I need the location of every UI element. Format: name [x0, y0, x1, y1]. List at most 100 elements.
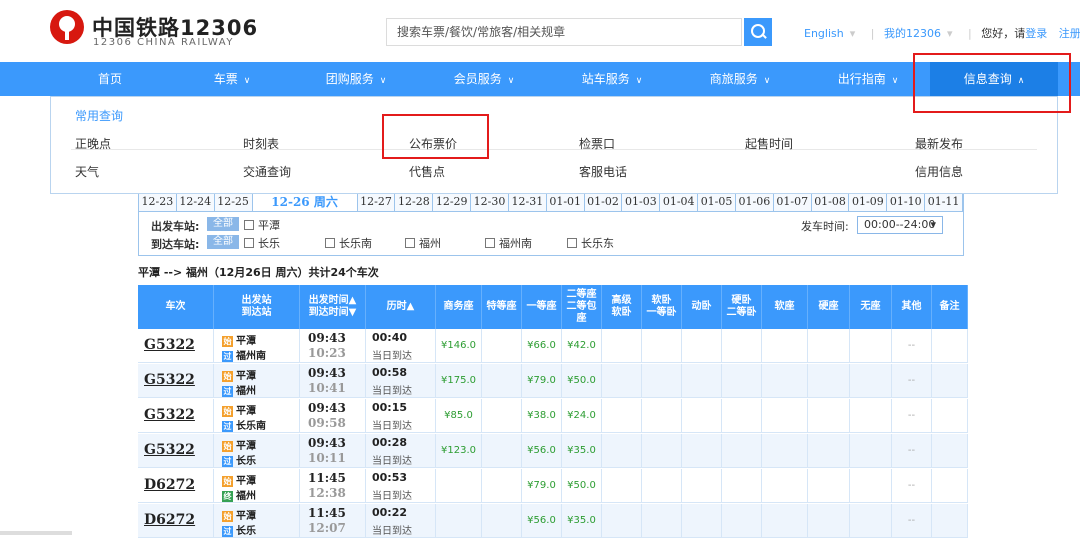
- column-header-times[interactable]: 出发时间▲ 到达时间▼: [300, 285, 366, 329]
- date-tab[interactable]: 12-28: [395, 193, 434, 211]
- my12306-link[interactable]: 我的12306: [884, 25, 941, 41]
- english-link[interactable]: English: [804, 27, 844, 40]
- nav-tickets[interactable]: 车票 ∨: [172, 62, 292, 96]
- menu-item-latest[interactable]: 最新发布: [915, 135, 963, 152]
- nav-home[interactable]: 首页: [50, 62, 170, 96]
- departure-station-name: 平潭: [236, 511, 256, 522]
- menu-item-traffic[interactable]: 交通查询: [243, 163, 291, 180]
- table-cell: --: [892, 329, 932, 363]
- date-tab[interactable]: 12-23: [139, 193, 177, 211]
- train-number-link[interactable]: D6272: [144, 512, 195, 528]
- table-cell: [762, 329, 808, 363]
- date-tab[interactable]: 01-10: [887, 193, 926, 211]
- departure-checkbox[interactable]: 平潭: [244, 217, 280, 233]
- menu-item-weather[interactable]: 天气: [75, 163, 99, 180]
- arrival-station-label: 到达车站:: [151, 238, 200, 251]
- table-cell: ¥79.0: [522, 469, 562, 503]
- table-cell: [932, 399, 968, 433]
- table-cell: 始平潭过福州南: [214, 329, 300, 363]
- date-tab[interactable]: 01-04: [660, 193, 699, 211]
- table-cell: [850, 329, 892, 363]
- train-number-link[interactable]: G5322: [144, 407, 195, 423]
- arrival-station: 过福州南: [222, 347, 266, 362]
- table-cell: [722, 399, 762, 433]
- date-tab[interactable]: 01-05: [698, 193, 736, 211]
- menu-item-gate[interactable]: 检票口: [579, 135, 615, 152]
- train-number-link[interactable]: G5322: [144, 337, 195, 353]
- table-cell: [808, 469, 850, 503]
- menu-item-credit[interactable]: 信用信息: [915, 163, 963, 180]
- search-input[interactable]: [387, 19, 727, 45]
- table-cell: 00:15 当日到达: [366, 399, 436, 433]
- other-seat: --: [907, 445, 916, 456]
- departure-station-name: 平潭: [236, 441, 256, 452]
- chevron-down-icon: ▾: [849, 27, 856, 40]
- table-cell: 00:40 当日到达: [366, 329, 436, 363]
- menu-item-delay[interactable]: 正晚点: [75, 135, 111, 152]
- departure-time-select[interactable]: 00:00--24:00 ▾: [857, 216, 943, 234]
- train-number-link[interactable]: G5322: [144, 442, 195, 458]
- arrival-checkbox[interactable]: 长乐东: [567, 235, 614, 251]
- table-cell: [762, 364, 808, 398]
- table-cell: --: [892, 504, 932, 538]
- arrival-day: 当日到达: [372, 421, 412, 432]
- table-cell: [722, 434, 762, 468]
- menu-item-timetable[interactable]: 时刻表: [243, 135, 279, 152]
- menu-item-agency[interactable]: 代售点: [409, 163, 445, 180]
- table-cell: [682, 434, 722, 468]
- business-price: ¥85.0: [444, 410, 473, 421]
- arrival-checkbox[interactable]: 福州: [405, 235, 441, 251]
- nav-group[interactable]: 团购服务 ∨: [296, 62, 416, 96]
- menu-item-sale-time[interactable]: 起售时间: [745, 135, 793, 152]
- table-cell: [436, 469, 482, 503]
- nav-guide[interactable]: 出行指南 ∨: [808, 62, 928, 96]
- login-link[interactable]: 登录: [1025, 25, 1047, 41]
- table-cell: [932, 329, 968, 363]
- table-cell: [682, 469, 722, 503]
- table-cell: 09:43 10:23: [300, 329, 366, 363]
- table-cell: [762, 469, 808, 503]
- column-header-duration[interactable]: 历时▲: [366, 285, 436, 329]
- date-tab[interactable]: 12-26 周六: [252, 193, 358, 211]
- register-link[interactable]: 注册: [1059, 25, 1080, 41]
- train-number-link[interactable]: G5322: [144, 372, 195, 388]
- arrival-time: 10:11: [308, 451, 346, 465]
- departure-station: 始平潭: [222, 367, 256, 382]
- table-cell: [682, 399, 722, 433]
- departure-all-button[interactable]: 全部: [207, 217, 239, 231]
- date-tab[interactable]: 12-31: [509, 193, 547, 211]
- highlight-box: [913, 53, 1071, 113]
- table-cell: [482, 399, 522, 433]
- date-tab[interactable]: 01-02: [585, 193, 623, 211]
- menu-item-service-phone[interactable]: 客服电话: [579, 163, 627, 180]
- date-tab[interactable]: 12-30: [471, 193, 509, 211]
- train-number-link[interactable]: D6272: [144, 477, 195, 493]
- date-tab[interactable]: 01-03: [622, 193, 661, 211]
- nav-business[interactable]: 商旅服务 ∨: [680, 62, 800, 96]
- arrival-checkbox[interactable]: 福州南: [485, 235, 532, 251]
- date-tab[interactable]: 12-29: [433, 193, 472, 211]
- arrival-checkbox[interactable]: 长乐南: [325, 235, 372, 251]
- table-row: G5322 始平潭过长乐 09:43 10:11 00:28 当日到达 ¥123.0 ¥56.…: [138, 434, 968, 468]
- scrollbar[interactable]: [0, 531, 72, 535]
- date-tab[interactable]: 12-27: [358, 193, 396, 211]
- nav-member[interactable]: 会员服务 ∨: [424, 62, 544, 96]
- nav-station[interactable]: 站车服务 ∨: [552, 62, 672, 96]
- date-tab[interactable]: 01-06: [736, 193, 774, 211]
- date-tab[interactable]: 01-08: [812, 193, 850, 211]
- arrival-checkbox[interactable]: 长乐: [244, 235, 280, 251]
- search-button[interactable]: [744, 18, 772, 46]
- arrival-all-button[interactable]: 全部: [207, 235, 239, 249]
- arrival-time: 12:38: [308, 486, 346, 500]
- date-tab[interactable]: 12-25: [215, 193, 253, 211]
- duration: 00:22: [372, 506, 408, 519]
- date-tab[interactable]: 01-01: [547, 193, 585, 211]
- railway-logo-icon[interactable]: [50, 10, 84, 44]
- departure-station-name: 平潭: [236, 476, 256, 487]
- date-tab[interactable]: 01-07: [774, 193, 812, 211]
- date-tab[interactable]: 01-11: [925, 193, 963, 211]
- date-tab[interactable]: 12-24: [177, 193, 215, 211]
- departure-station: 始平潭: [222, 472, 256, 487]
- arrival-station: 过福州: [222, 382, 256, 397]
- date-tab[interactable]: 01-09: [849, 193, 888, 211]
